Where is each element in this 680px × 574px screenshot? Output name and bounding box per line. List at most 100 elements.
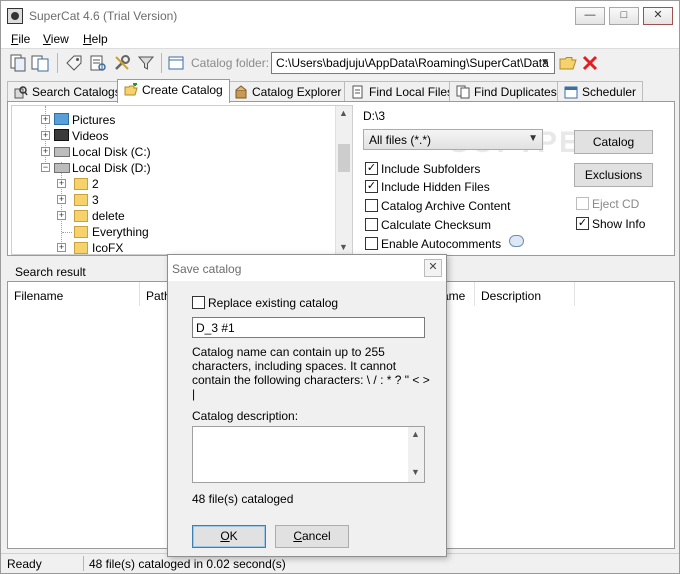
description-scrollbar[interactable]: ▲ ▼ xyxy=(408,427,424,482)
scroll-down-icon[interactable]: ▼ xyxy=(339,242,348,252)
title-bar: SuperCat 4.6 (Trial Version) — □ ✕ xyxy=(1,1,679,31)
tab-strip: Search Catalogs Create Catalog Catalog E… xyxy=(7,79,675,103)
comment-bubble-icon[interactable] xyxy=(509,235,524,247)
catalog-name-hint: Catalog name can contain up to 255 chara… xyxy=(192,345,430,401)
chevron-down-icon: ▼ xyxy=(528,133,538,144)
tab-search-catalogs[interactable]: Search Catalogs xyxy=(7,81,128,102)
chevron-down-icon: ▼ xyxy=(540,57,550,68)
files-filter-select[interactable]: All files (*.*) ▼ xyxy=(363,129,543,150)
tab-create-catalog[interactable]: Create Catalog xyxy=(117,79,230,103)
tab-scheduler[interactable]: Scheduler xyxy=(557,81,644,102)
scheduler-icon xyxy=(564,86,578,99)
tree-item[interactable]: + IcoFX xyxy=(12,240,332,254)
folder-tree[interactable]: + Pictures + Videos + Local Disk (C:) − … xyxy=(11,105,353,255)
tree-item[interactable]: + 2 xyxy=(12,176,332,192)
folder-icon xyxy=(74,242,88,254)
enable-autocomments-checkbox[interactable] xyxy=(365,237,378,250)
column-description[interactable]: Description xyxy=(475,282,575,306)
show-info-checkbox[interactable]: ✓ xyxy=(576,217,589,230)
close-button[interactable]: ✕ xyxy=(643,7,673,25)
window-title: SuperCat 4.6 (Trial Version) xyxy=(29,9,178,23)
status-message: 48 file(s) cataloged in 0.02 second(s) xyxy=(89,557,286,571)
ok-button[interactable]: OK xyxy=(192,525,266,548)
catalog-folder-icon[interactable] xyxy=(167,54,185,72)
status-state: Ready xyxy=(7,557,42,571)
include-hidden-files-checkbox[interactable]: ✓ xyxy=(365,180,378,193)
tab-find-duplicates[interactable]: Find Duplicates xyxy=(449,81,564,102)
tree-item[interactable]: + Local Disk (C:) xyxy=(12,144,332,160)
expand-icon[interactable]: + xyxy=(57,211,66,220)
catalog-folder-select[interactable]: C:\Users\badjuju\AppData\Roaming\SuperCa… xyxy=(271,52,555,74)
folder-icon xyxy=(74,194,88,206)
collapse-icon[interactable]: − xyxy=(41,163,50,172)
cataloged-count: 48 file(s) cataloged xyxy=(192,492,294,506)
expand-icon[interactable]: + xyxy=(57,243,66,252)
tree-item[interactable]: Everything xyxy=(12,224,332,240)
catalog-button[interactable]: Catalog xyxy=(574,130,653,154)
create-catalog-icon xyxy=(124,83,138,96)
toolbar: Catalog folder: C:\Users\badjuju\AppData… xyxy=(1,49,679,77)
selected-folder-path: D:\3 xyxy=(363,109,386,123)
tree-item[interactable]: + delete xyxy=(12,208,332,224)
tab-find-local-files[interactable]: Find Local Files xyxy=(344,81,461,102)
menu-bar: File View Help xyxy=(1,31,679,49)
expand-icon[interactable]: + xyxy=(41,131,50,140)
replace-existing-checkbox[interactable] xyxy=(192,296,205,309)
find-duplicates-icon xyxy=(456,85,470,99)
folder-icon xyxy=(74,226,88,238)
eject-cd-checkbox xyxy=(576,197,589,210)
search-catalogs-icon xyxy=(14,86,28,99)
menu-view[interactable]: View xyxy=(43,31,69,47)
drive-icon xyxy=(54,163,70,173)
column-filename[interactable]: Filename xyxy=(8,282,140,306)
new-catalog-icon[interactable] xyxy=(9,54,27,72)
expand-icon[interactable]: + xyxy=(57,195,66,204)
catalog-name-input[interactable]: D_3 #1 xyxy=(192,317,425,338)
tab-catalog-explorer[interactable]: Catalog Explorer xyxy=(227,81,349,102)
expand-icon[interactable]: + xyxy=(41,115,50,124)
copy-catalog-icon[interactable] xyxy=(31,54,49,72)
open-folder-icon[interactable] xyxy=(559,54,577,72)
calculate-checksum-checkbox[interactable] xyxy=(365,218,378,231)
maximize-button[interactable]: □ xyxy=(609,7,639,25)
catalog-folder-label: Catalog folder: xyxy=(191,56,270,70)
find-local-files-icon xyxy=(352,85,363,99)
tools-icon[interactable] xyxy=(113,54,131,72)
tree-scrollbar[interactable]: ▲ ▼ xyxy=(335,106,352,254)
menu-help[interactable]: Help xyxy=(83,31,108,47)
videos-icon xyxy=(54,129,69,141)
scroll-up-icon[interactable]: ▲ xyxy=(411,429,420,439)
include-subfolders-checkbox[interactable]: ✓ xyxy=(365,162,378,175)
minimize-button[interactable]: — xyxy=(575,7,605,25)
tree-item[interactable]: + Videos xyxy=(12,128,332,144)
tag-icon[interactable] xyxy=(65,54,83,72)
dialog-close-icon[interactable]: ✕ xyxy=(424,259,442,277)
catalog-explorer-icon xyxy=(235,85,247,99)
scroll-thumb[interactable] xyxy=(338,144,350,172)
column-path[interactable]: Path xyxy=(140,282,171,306)
catalog-description-input[interactable]: ▲ ▼ xyxy=(192,426,425,483)
expand-icon[interactable]: + xyxy=(41,147,50,156)
cancel-button[interactable]: Cancel xyxy=(275,525,349,548)
scroll-down-icon[interactable]: ▼ xyxy=(411,467,420,477)
search-result-label: Search result xyxy=(15,265,86,279)
drive-icon xyxy=(54,147,70,157)
properties-icon[interactable] xyxy=(89,54,107,72)
exclusions-button[interactable]: Exclusions xyxy=(574,163,653,187)
tree-item[interactable]: − Local Disk (D:) xyxy=(12,160,332,176)
folder-icon xyxy=(74,210,88,222)
dialog-title: Save catalog xyxy=(172,262,242,276)
catalog-archive-content-checkbox[interactable] xyxy=(365,199,378,212)
scroll-up-icon[interactable]: ▲ xyxy=(339,108,348,118)
tree-item[interactable]: + 3 xyxy=(12,192,332,208)
dialog-title-bar: Save catalog ✕ xyxy=(168,255,446,281)
tree-item[interactable]: + Pictures xyxy=(12,112,332,128)
save-catalog-dialog: Save catalog ✕ Replace existing catalog … xyxy=(167,254,447,557)
expand-icon[interactable]: + xyxy=(57,179,66,188)
folder-icon xyxy=(74,178,88,190)
pictures-icon xyxy=(54,113,69,125)
filter-icon[interactable] xyxy=(137,54,155,72)
delete-icon[interactable] xyxy=(581,54,599,72)
catalog-folder-value: C:\Users\badjuju\AppData\Roaming\SuperCa… xyxy=(276,56,549,70)
menu-file[interactable]: File xyxy=(11,31,30,47)
